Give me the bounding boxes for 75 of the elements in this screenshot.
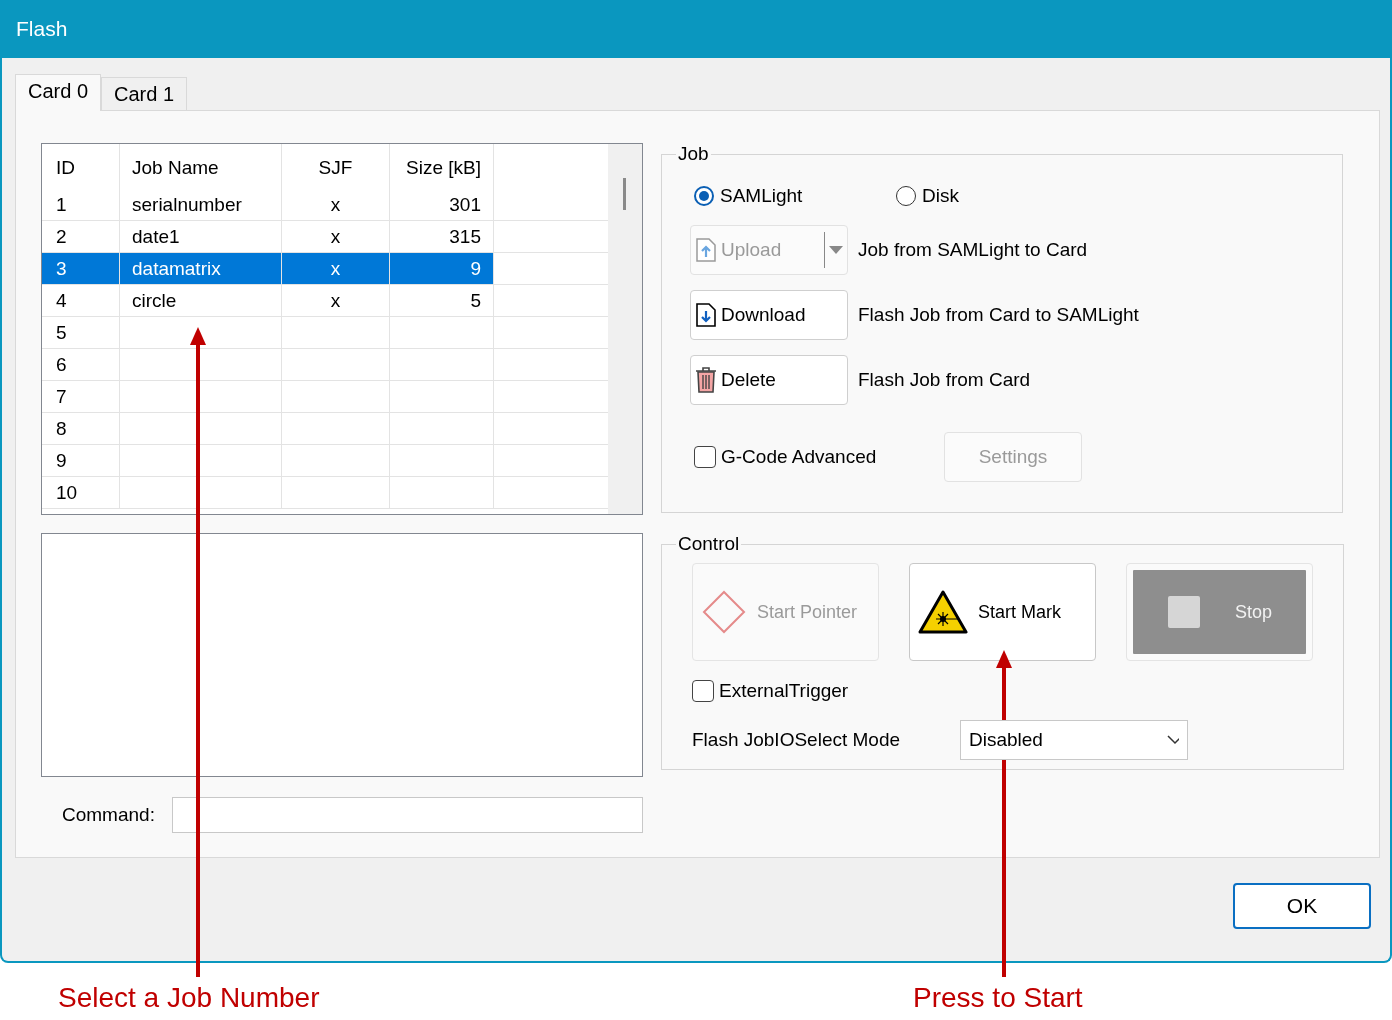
table-cell[interactable]: 6 bbox=[42, 349, 120, 381]
action-button[interactable]: Download bbox=[690, 290, 848, 340]
scrollbar[interactable] bbox=[608, 144, 642, 514]
column-header[interactable]: SJF bbox=[282, 144, 390, 189]
checkbox-label[interactable]: ExternalTrigger bbox=[719, 680, 849, 702]
annotation-text: Select a Job Number bbox=[58, 982, 320, 1014]
table-cell[interactable]: 9 bbox=[390, 253, 494, 285]
table-cell[interactable] bbox=[282, 445, 390, 477]
table-cell[interactable] bbox=[390, 445, 494, 477]
table-cell[interactable]: x bbox=[282, 285, 390, 317]
action-description: Flash Job from Card to SAMLight bbox=[858, 304, 1139, 326]
table-cell[interactable]: 10 bbox=[42, 477, 120, 509]
table-cell[interactable]: 7 bbox=[42, 381, 120, 413]
window-title: Flash bbox=[16, 17, 68, 41]
table-cell[interactable] bbox=[120, 477, 282, 509]
field-label: Command: bbox=[61, 804, 156, 826]
chevron-down-icon bbox=[1167, 735, 1179, 745]
trash-icon bbox=[695, 367, 717, 393]
radio-label[interactable]: Disk bbox=[922, 185, 959, 207]
action-button[interactable]: Delete bbox=[690, 355, 848, 405]
table-cell[interactable]: datamatrix bbox=[120, 253, 282, 285]
ok-button[interactable]: OK bbox=[1233, 883, 1371, 929]
table-cell[interactable] bbox=[390, 349, 494, 381]
radio-label[interactable]: SAMLight bbox=[720, 185, 803, 207]
table-cell[interactable] bbox=[390, 317, 494, 349]
table-cell[interactable]: 4 bbox=[42, 285, 120, 317]
action-description: Job from SAMLight to Card bbox=[858, 239, 1088, 261]
annotation-text: Press to Start bbox=[913, 982, 1083, 1014]
table-cell[interactable] bbox=[282, 477, 390, 509]
field-label: Flash JobIOSelect Mode bbox=[692, 729, 902, 751]
table-cell[interactable] bbox=[120, 413, 282, 445]
table-cell[interactable] bbox=[120, 445, 282, 477]
group-title: Job bbox=[677, 143, 710, 165]
table-cell[interactable] bbox=[282, 381, 390, 413]
radio-button[interactable] bbox=[896, 186, 916, 206]
table-cell[interactable] bbox=[120, 349, 282, 381]
mode-dropdown[interactable]: Disabled bbox=[960, 720, 1188, 760]
column-header[interactable]: Size [kB] bbox=[390, 144, 494, 189]
tab[interactable]: Card 1 bbox=[101, 77, 188, 110]
table-cell[interactable]: 8 bbox=[42, 413, 120, 445]
table-cell[interactable] bbox=[390, 477, 494, 509]
table-cell[interactable]: 3 bbox=[42, 253, 120, 285]
group-title: Control bbox=[677, 533, 741, 555]
column-header[interactable]: ID bbox=[42, 144, 120, 189]
table-cell[interactable]: 301 bbox=[390, 189, 494, 221]
dropdown-arrow-icon bbox=[829, 246, 843, 254]
action-description: Flash Job from Card bbox=[858, 369, 1031, 391]
document-arrow-icon bbox=[695, 238, 717, 262]
table-cell[interactable]: x bbox=[282, 253, 390, 285]
diamond-icon bbox=[701, 589, 747, 635]
command-input-field[interactable] bbox=[172, 797, 643, 833]
laser-warning-icon bbox=[918, 590, 968, 634]
table-cell[interactable] bbox=[282, 413, 390, 445]
start-button[interactable]: Start Mark bbox=[909, 563, 1096, 661]
column-header[interactable]: Job Name bbox=[120, 144, 282, 189]
table-cell[interactable]: x bbox=[282, 189, 390, 221]
square-icon bbox=[1167, 595, 1201, 629]
table-cell[interactable] bbox=[390, 413, 494, 445]
table-cell[interactable] bbox=[390, 381, 494, 413]
table-cell[interactable] bbox=[282, 317, 390, 349]
document-arrow-icon bbox=[695, 303, 717, 327]
table-cell[interactable]: circle bbox=[120, 285, 282, 317]
table-cell[interactable] bbox=[120, 381, 282, 413]
table-cell[interactable] bbox=[282, 349, 390, 381]
table-cell[interactable]: 5 bbox=[390, 285, 494, 317]
table-cell[interactable]: 1 bbox=[42, 189, 120, 221]
table-cell[interactable]: 5 bbox=[42, 317, 120, 349]
checkbox[interactable] bbox=[692, 680, 714, 702]
tab[interactable]: Card 0 bbox=[15, 74, 102, 111]
checkbox[interactable] bbox=[694, 446, 716, 468]
output-text-area[interactable] bbox=[41, 533, 643, 777]
table-cell[interactable]: 9 bbox=[42, 445, 120, 477]
radio-button[interactable] bbox=[694, 186, 714, 206]
checkbox-label[interactable]: G-Code Advanced bbox=[721, 446, 877, 468]
table-cell[interactable]: serialnumber bbox=[120, 189, 282, 221]
